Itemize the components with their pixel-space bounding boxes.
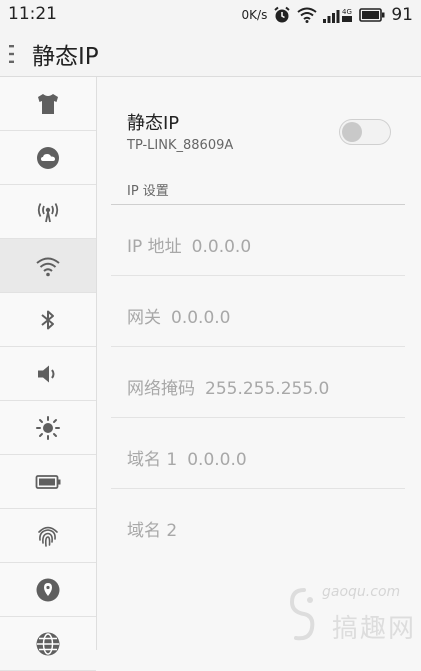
sidebar-item-battery[interactable] xyxy=(0,455,96,509)
location-icon xyxy=(36,578,60,601)
battery-icon xyxy=(35,474,61,489)
volume-icon xyxy=(38,365,55,382)
sidebar-item-sound[interactable] xyxy=(0,347,96,401)
watermark-logo-icon xyxy=(289,588,315,641)
ip-settings-section-label: IP 设置 xyxy=(127,184,169,199)
gateway-label: 网关 xyxy=(127,308,161,328)
dns2-field[interactable]: 域名 2 xyxy=(111,489,405,559)
dns2-label: 域名 2 xyxy=(127,521,178,541)
network-type: 4G xyxy=(342,8,352,16)
brightness-icon xyxy=(36,415,60,440)
hotspot-icon xyxy=(37,202,59,222)
sidebar-item-hotspot[interactable] xyxy=(0,185,96,239)
static-ip-toggle[interactable] xyxy=(339,119,391,145)
dns1-value: 0.0.0.0 xyxy=(187,450,247,470)
wifi-icon xyxy=(36,257,60,276)
page-title: 静态IP xyxy=(32,44,99,70)
gateway-field[interactable]: 网关 0.0.0.0 xyxy=(111,276,405,347)
ip-address-label: IP 地址 xyxy=(127,237,182,257)
netmask-field[interactable]: 网络掩码 255.255.255.0 xyxy=(111,347,405,418)
sidebar-item-wlan[interactable] xyxy=(0,239,96,293)
ip-address-field[interactable]: IP 地址 0.0.0.0 xyxy=(111,205,405,276)
battery-level: 91 xyxy=(391,5,413,25)
battery-icon xyxy=(359,8,385,22)
watermark-name: 搞趣网 xyxy=(332,614,417,644)
fingerprint-icon xyxy=(38,526,58,547)
net-speed: 0K/s xyxy=(241,8,268,22)
dns1-label: 域名 1 xyxy=(127,450,178,470)
sidebar-item-location[interactable] xyxy=(0,563,96,617)
signal-icon: 4G xyxy=(323,8,353,23)
gateway-row: 网关 0.0.0.0 xyxy=(127,303,230,328)
settings-sidebar xyxy=(0,77,97,671)
theme-shirt-icon xyxy=(38,93,58,114)
ip-address-value: 0.0.0.0 xyxy=(191,237,252,257)
ip-address-row: IP 地址 0.0.0.0 xyxy=(127,232,251,257)
netmask-row: 网络掩码 255.255.255.0 xyxy=(127,374,329,399)
wifi-icon xyxy=(297,7,317,23)
drawer-grip-icon[interactable] xyxy=(8,44,16,64)
netmask-label: 网络掩码 xyxy=(127,379,195,399)
title-bar: 静态IP xyxy=(0,30,421,77)
sidebar-item-bluetooth[interactable] xyxy=(0,293,96,347)
toggle-knob xyxy=(342,122,362,142)
sidebar-item-display[interactable] xyxy=(0,401,96,455)
alarm-icon xyxy=(274,6,290,23)
bluetooth-icon xyxy=(41,310,54,329)
globe-icon xyxy=(36,632,60,655)
sidebar-item-theme[interactable] xyxy=(0,77,96,131)
watermark: gaoqu.com 搞趣网 xyxy=(280,584,420,648)
dns1-row: 域名 1 0.0.0.0 xyxy=(127,445,247,470)
cloud-icon xyxy=(37,146,59,169)
gateway-value: 0.0.0.0 xyxy=(171,308,231,328)
sidebar-item-cloud[interactable] xyxy=(0,131,96,185)
static-ip-panel: 静态IP TP-LINK_88609A IP 设置 IP 地址 0.0.0.0 网… xyxy=(97,77,421,650)
static-ip-label: 静态IP xyxy=(127,113,180,134)
sidebar-item-fingerprint[interactable] xyxy=(0,509,96,563)
status-time: 11:21 xyxy=(8,4,57,24)
watermark-url: gaoqu.com xyxy=(322,584,401,600)
netmask-value: 255.255.255.0 xyxy=(205,379,330,399)
ssid-label: TP-LINK_88609A xyxy=(127,138,234,153)
dns1-field[interactable]: 域名 1 0.0.0.0 xyxy=(111,418,405,489)
status-bar: 11:21 0K/s 4G 91 xyxy=(0,0,421,30)
status-icons: 0K/s 4G 91 xyxy=(242,4,413,26)
dns2-row: 域名 2 xyxy=(127,516,187,541)
sidebar-item-network[interactable] xyxy=(0,617,96,671)
